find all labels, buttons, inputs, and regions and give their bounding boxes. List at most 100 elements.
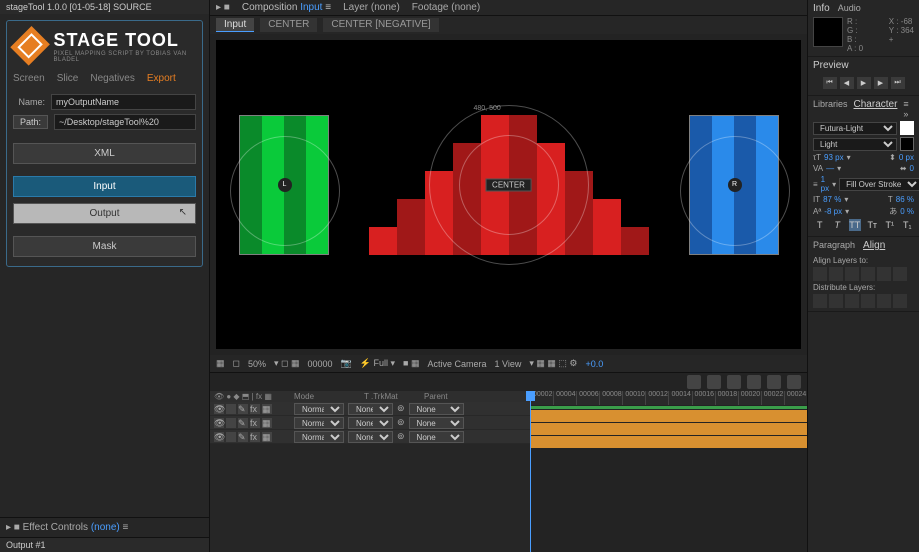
fill-color[interactable] bbox=[900, 121, 914, 135]
align-vcenter[interactable] bbox=[877, 267, 891, 281]
mode-dd[interactable]: Normal bbox=[294, 417, 344, 429]
mask-button[interactable]: Mask bbox=[13, 236, 196, 257]
stagetool-panel: STAGE TOOL PIXEL MAPPING SCRIPT BY TOBIA… bbox=[6, 20, 203, 267]
tab-export[interactable]: Export bbox=[147, 73, 176, 84]
screen-left[interactable]: L bbox=[239, 115, 329, 255]
playhead[interactable] bbox=[530, 391, 531, 552]
composition-tab[interactable]: Composition Input ≡ bbox=[242, 2, 331, 13]
tl-tool-2[interactable] bbox=[707, 375, 721, 389]
viewport[interactable]: 480, 500 L R CENTER bbox=[216, 40, 801, 349]
align-right[interactable] bbox=[845, 267, 859, 281]
tl-tool-5[interactable] bbox=[767, 375, 781, 389]
font-dd[interactable]: Futura-Light bbox=[813, 122, 897, 135]
align-left[interactable] bbox=[813, 267, 827, 281]
timeline-row[interactable]: 👁✎fx▦NormalNone⊚None bbox=[210, 430, 530, 444]
align-hcenter[interactable] bbox=[829, 267, 843, 281]
center-label: CENTER bbox=[485, 178, 532, 191]
paragraph-tab[interactable]: Paragraph bbox=[813, 240, 855, 254]
timeline-row[interactable]: 👁✎fx▦NormalNone⊚None bbox=[210, 416, 530, 430]
dist-1[interactable] bbox=[813, 294, 827, 308]
dist-4[interactable] bbox=[861, 294, 875, 308]
snapshot-icon[interactable]: 📷 bbox=[341, 358, 352, 369]
tl-tool-3[interactable] bbox=[727, 375, 741, 389]
exposure-value[interactable]: +0.0 bbox=[585, 359, 603, 369]
layer-bar-3[interactable] bbox=[530, 436, 807, 448]
workarea-bar[interactable] bbox=[530, 406, 807, 409]
name-label: Name: bbox=[13, 97, 45, 107]
layer-bar-2[interactable] bbox=[530, 423, 807, 435]
sub-btn[interactable]: T₁ bbox=[901, 219, 913, 231]
tab-screen[interactable]: Screen bbox=[13, 73, 45, 84]
time-value[interactable]: 00000 bbox=[308, 359, 333, 369]
menu-icon[interactable]: ▸ ■ bbox=[216, 2, 230, 13]
footage-tab[interactable]: Footage (none) bbox=[412, 2, 480, 13]
first-frame-btn[interactable]: ⏮ bbox=[823, 77, 837, 89]
tl-tool-1[interactable] bbox=[687, 375, 701, 389]
zoom-value[interactable]: 50% bbox=[248, 359, 266, 369]
smallcaps-btn[interactable]: Tᴛ bbox=[866, 219, 878, 231]
font-size[interactable]: 93 px bbox=[824, 153, 844, 162]
stroke-color[interactable] bbox=[900, 137, 914, 151]
fill-stroke-dd[interactable]: Fill Over Stroke bbox=[839, 178, 919, 191]
path-button[interactable]: Path: bbox=[13, 115, 48, 129]
last-frame-btn[interactable]: ⏭ bbox=[891, 77, 905, 89]
tl-tool-4[interactable] bbox=[747, 375, 761, 389]
tl-tool-6[interactable] bbox=[787, 375, 801, 389]
play-btn[interactable]: ▶ bbox=[857, 77, 871, 89]
super-btn[interactable]: T¹ bbox=[884, 219, 896, 231]
layer-bar-1[interactable] bbox=[530, 410, 807, 422]
name-input[interactable] bbox=[51, 94, 196, 110]
trk-dd[interactable]: None bbox=[348, 403, 393, 415]
tab-slice[interactable]: Slice bbox=[57, 73, 79, 84]
comp-tab-center[interactable]: CENTER bbox=[260, 18, 317, 32]
comp-tab-input[interactable]: Input bbox=[216, 18, 254, 32]
caps-btn[interactable]: TT bbox=[849, 219, 861, 231]
xml-button[interactable]: XML bbox=[13, 143, 196, 164]
dist-2[interactable] bbox=[829, 294, 843, 308]
align-tab[interactable]: Align bbox=[863, 240, 885, 251]
dist-3[interactable] bbox=[845, 294, 859, 308]
path-input[interactable] bbox=[54, 114, 196, 130]
grid-icon[interactable]: ▦ bbox=[216, 358, 225, 369]
layer-tab[interactable]: Layer (none) bbox=[343, 2, 400, 13]
audio-title[interactable]: Audio bbox=[838, 3, 861, 17]
prev-frame-btn[interactable]: ◀ bbox=[840, 77, 854, 89]
parent-dd[interactable]: None bbox=[409, 403, 464, 415]
comp-tab-center-neg[interactable]: CENTER [NEGATIVE] bbox=[323, 18, 438, 32]
bold-btn[interactable]: T bbox=[814, 219, 826, 231]
view-dd[interactable]: 1 View bbox=[495, 359, 522, 369]
camera-dd[interactable]: Active Camera bbox=[427, 359, 486, 369]
trk-dd[interactable]: None bbox=[348, 417, 393, 429]
effect-controls-panel: ▸ ■ Effect Controls (none) ≡ bbox=[0, 517, 209, 537]
output-button[interactable]: Output↖ bbox=[13, 203, 196, 224]
mode-dd[interactable]: Normal bbox=[294, 403, 344, 415]
character-tab[interactable]: Character bbox=[854, 99, 898, 116]
parent-dd[interactable]: None bbox=[409, 417, 464, 429]
preview-title: Preview bbox=[813, 60, 914, 71]
kerning[interactable]: — bbox=[826, 164, 834, 173]
mask-icon[interactable]: ◻ bbox=[233, 358, 240, 369]
trk-dd[interactable]: None bbox=[348, 431, 393, 443]
libraries-tab[interactable]: Libraries bbox=[813, 99, 848, 119]
screen-center[interactable]: CENTER bbox=[369, 115, 649, 255]
next-frame-btn[interactable]: ▶ bbox=[874, 77, 888, 89]
logo-icon bbox=[10, 26, 50, 66]
timeline-row[interactable]: 👁✎fx▦NormalNone⊚None bbox=[210, 402, 530, 416]
screen-right[interactable]: R bbox=[689, 115, 779, 255]
italic-btn[interactable]: T bbox=[831, 219, 843, 231]
effect-link[interactable]: (none) bbox=[91, 522, 120, 533]
mode-dd[interactable]: Normal bbox=[294, 431, 344, 443]
dist-6[interactable] bbox=[893, 294, 907, 308]
style-dd[interactable]: Light bbox=[813, 138, 897, 151]
quality-dd[interactable]: Full bbox=[373, 358, 388, 368]
parent-dd[interactable]: None bbox=[409, 431, 464, 443]
ruler-tick: 00006 bbox=[576, 391, 599, 405]
tab-negatives[interactable]: Negatives bbox=[90, 73, 134, 84]
dist-5[interactable] bbox=[877, 294, 891, 308]
align-bottom[interactable] bbox=[893, 267, 907, 281]
align-top[interactable] bbox=[861, 267, 875, 281]
cursor-icon: ↖ bbox=[179, 207, 187, 218]
color-swatch bbox=[813, 17, 843, 47]
info-title[interactable]: Info bbox=[813, 3, 830, 14]
input-button[interactable]: Input bbox=[13, 176, 196, 197]
